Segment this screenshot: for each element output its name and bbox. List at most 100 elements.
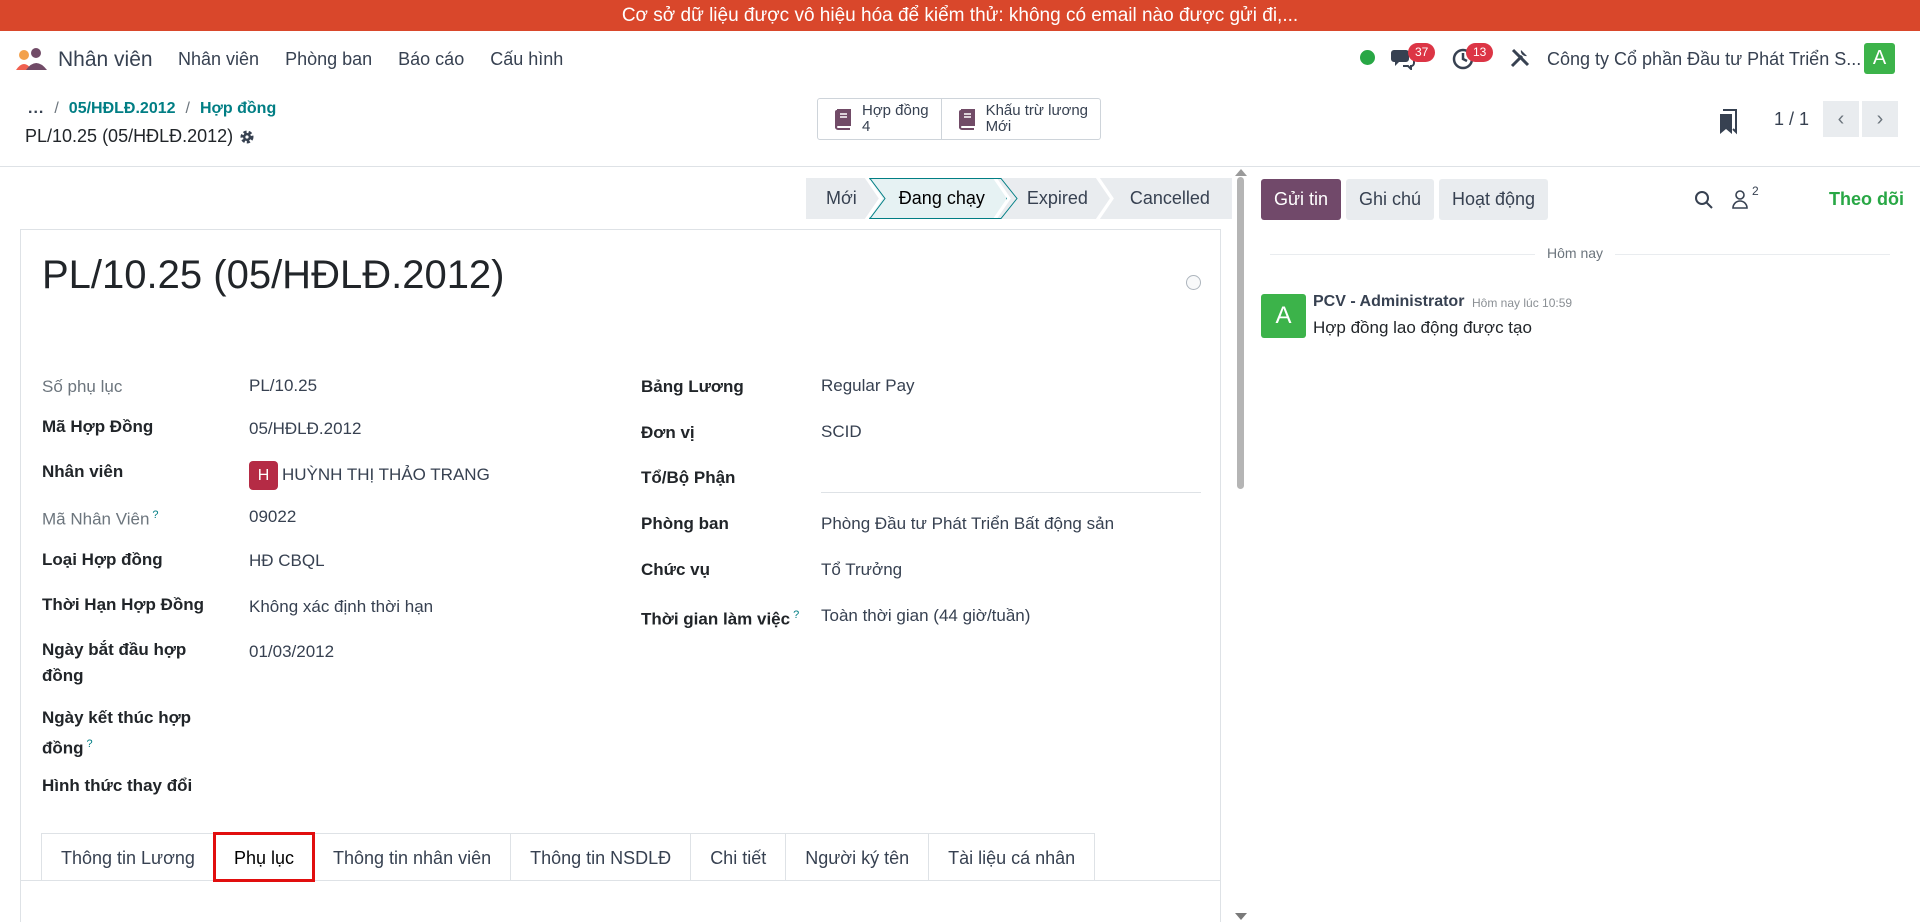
pager-next-button[interactable]: › xyxy=(1862,101,1898,137)
label-bang-luong: Bảng Lương xyxy=(641,377,744,396)
date-separator-label: Hôm nay xyxy=(1535,245,1616,261)
breadcrumb-separator: / xyxy=(54,100,59,117)
app-name[interactable]: Nhân viên xyxy=(58,48,153,72)
pager-previous-button[interactable]: ‹ xyxy=(1823,101,1859,137)
smart-button-label: Khấu trừ lương xyxy=(985,102,1089,119)
record-status-dot[interactable] xyxy=(1186,275,1201,290)
user-avatar[interactable]: A xyxy=(1864,43,1895,74)
main-menu: Nhân viên Phòng ban Báo cáo Cấu hình xyxy=(178,49,589,70)
pager-value[interactable]: 1 / 1 xyxy=(1774,109,1809,130)
label-ma-hop-dong: Mã Hợp Đồng xyxy=(42,417,154,436)
breadcrumb-item-contract-parent[interactable]: 05/HĐLĐ.2012 xyxy=(69,100,176,118)
contracts-smart-button[interactable]: Hợp đồng 4 xyxy=(818,99,942,139)
field-so-phu-luc[interactable]: PL/10.25 xyxy=(249,376,317,396)
help-tooltip-icon[interactable]: ? xyxy=(87,738,93,750)
field-nhan-vien[interactable]: H HUỲNH THỊ THẢO TRANG xyxy=(249,461,490,490)
tab-chi-tiet[interactable]: Chi tiết xyxy=(690,833,787,881)
breadcrumb-item-contracts[interactable]: Hợp đồng xyxy=(200,100,276,118)
menu-item-departments[interactable]: Phòng ban xyxy=(285,49,372,70)
employee-name[interactable]: HUỲNH THỊ THẢO TRANG xyxy=(282,465,490,484)
menu-item-reporting[interactable]: Báo cáo xyxy=(398,49,464,70)
employees-app-icon[interactable] xyxy=(14,46,50,72)
debug-tools-icon[interactable] xyxy=(1509,47,1531,69)
field-ma-nhan-vien[interactable]: 09022 xyxy=(249,507,296,527)
scroll-up-icon[interactable] xyxy=(1235,169,1247,176)
label-so-phu-luc: Số phụ lục xyxy=(42,377,123,396)
menu-item-configuration[interactable]: Cấu hình xyxy=(490,49,563,70)
current-record-name: PL/10.25 (05/HĐLĐ.2012) xyxy=(25,126,234,146)
smart-button-label: Hợp đồng xyxy=(862,102,929,119)
help-tooltip-icon[interactable]: ? xyxy=(152,509,158,521)
log-note-button[interactable]: Ghi chú xyxy=(1346,179,1435,220)
tabs-underline xyxy=(21,880,1221,881)
company-switcher[interactable]: Công ty Cổ phần Đầu tư Phát Triển S... xyxy=(1547,49,1861,70)
field-ngay-ket-thuc[interactable] xyxy=(249,710,609,734)
smart-button-value: 4 xyxy=(862,118,871,135)
top-navbar: Nhân viên Nhân viên Phòng ban Báo cáo Cấ… xyxy=(0,31,1920,87)
label-ma-nhan-vien: Mã Nhân Viên? xyxy=(42,509,159,529)
label-loai-hop-dong: Loại Hợp đồng xyxy=(42,550,163,569)
field-phong-ban[interactable]: Phòng Đầu tư Phát Triển Bất động sản xyxy=(821,514,1114,534)
chevron-right-icon: › xyxy=(1876,107,1884,130)
help-tooltip-icon[interactable]: ? xyxy=(793,609,799,621)
book-icon xyxy=(835,109,851,130)
followers-count: 2 xyxy=(1752,184,1759,198)
field-thoi-han-hop-dong[interactable]: Không xác định thời hạn xyxy=(249,597,433,617)
activities-count-badge: 13 xyxy=(1466,43,1494,62)
breadcrumb-separator: / xyxy=(185,100,190,117)
tab-phu-luc[interactable]: Phụ lục xyxy=(212,832,315,882)
label-ngay-bat-dau: Ngày bắt đầu hợp đồng xyxy=(42,640,187,685)
field-don-vi[interactable]: SCID xyxy=(821,422,862,442)
activities-button[interactable]: Hoạt động xyxy=(1439,179,1549,220)
book-icon xyxy=(958,109,975,130)
label-chuc-vu: Chức vụ xyxy=(641,560,710,579)
breadcrumb-collapsed[interactable]: ... xyxy=(28,100,44,118)
scroll-down-icon[interactable] xyxy=(1235,913,1247,920)
tab-nguoi-ky-ten[interactable]: Người ký tên xyxy=(785,833,930,881)
gear-icon[interactable] xyxy=(239,129,255,145)
menu-item-employees[interactable]: Nhân viên xyxy=(178,49,259,70)
scrollbar-thumb[interactable] xyxy=(1237,177,1244,489)
presence-status-dot xyxy=(1360,50,1375,65)
smart-button-value: Mới xyxy=(985,118,1012,135)
label-ngay-ket-thuc: Ngày kết thúc hợp đồng? xyxy=(42,708,192,758)
label-thoi-gian-lam-viec: Thời gian làm việc? xyxy=(641,609,800,629)
field-thoi-gian-lam-viec[interactable]: Toàn thời gian (44 giờ/tuần) xyxy=(821,606,1030,626)
bookmark-icon[interactable] xyxy=(1718,109,1738,135)
smart-buttons: Hợp đồng 4 Khấu trừ lương Mới xyxy=(817,98,1102,140)
tab-tai-lieu-ca-nhan[interactable]: Tài liệu cá nhân xyxy=(928,833,1096,881)
message-timestamp: Hôm nay lúc 10:59 xyxy=(1472,296,1573,310)
test-mode-banner: Cơ sở dữ liệu được vô hiệu hóa để kiểm t… xyxy=(0,0,1920,31)
label-thoi-han-hop-dong: Thời Hạn Hợp Đồng xyxy=(42,595,205,614)
field-ma-hop-dong[interactable]: 05/HĐLĐ.2012 xyxy=(249,419,361,439)
breadcrumb: ... / 05/HĐLĐ.2012 / Hợp đồng xyxy=(28,100,276,118)
label-phong-ban: Phòng ban xyxy=(641,514,729,533)
followers-icon[interactable] xyxy=(1730,189,1750,209)
payroll-deduction-smart-button[interactable]: Khấu trừ lương Mới xyxy=(942,99,1100,139)
message-author[interactable]: PCV - Administrator xyxy=(1313,293,1464,311)
label-hinh-thuc-thay-doi: Hình thức thay đổi xyxy=(42,776,193,795)
stage-cancelled[interactable]: Cancelled xyxy=(1099,178,1232,219)
control-panel: ... / 05/HĐLĐ.2012 / Hợp đồng PL/10.25 (… xyxy=(0,87,1920,167)
tab-thong-tin-nsdld[interactable]: Thông tin NSDLĐ xyxy=(510,833,692,881)
field-hinh-thuc-thay-doi[interactable] xyxy=(249,776,609,800)
field-underline xyxy=(821,492,1201,493)
tab-thong-tin-luong[interactable]: Thông tin Lương xyxy=(41,833,215,881)
field-bang-luong[interactable]: Regular Pay xyxy=(821,376,915,396)
tab-thong-tin-nhan-vien[interactable]: Thông tin nhân viên xyxy=(312,833,512,881)
field-ngay-bat-dau[interactable]: 01/03/2012 xyxy=(249,642,334,662)
search-icon[interactable] xyxy=(1694,190,1714,210)
field-to-bo-phan[interactable] xyxy=(821,466,1201,490)
follow-button[interactable]: Theo dõi xyxy=(1829,189,1904,210)
active-stage-outline xyxy=(869,178,1018,219)
form-scrollbar[interactable] xyxy=(1232,167,1248,922)
notebook-tabs: Thông tin Lương Phụ lục Thông tin nhân v… xyxy=(41,832,1096,882)
field-loai-hop-dong[interactable]: HĐ CBQL xyxy=(249,551,325,571)
label-don-vi: Đơn vị xyxy=(641,423,695,442)
stage-new[interactable]: Mới xyxy=(806,178,879,219)
message-author-avatar[interactable]: A xyxy=(1261,294,1306,338)
message-body: Hợp đồng lao động được tạo xyxy=(1313,318,1532,337)
field-chuc-vu[interactable]: Tổ Trưởng xyxy=(821,560,902,580)
chevron-left-icon: ‹ xyxy=(1837,107,1845,130)
send-message-button[interactable]: Gửi tin xyxy=(1261,179,1342,220)
